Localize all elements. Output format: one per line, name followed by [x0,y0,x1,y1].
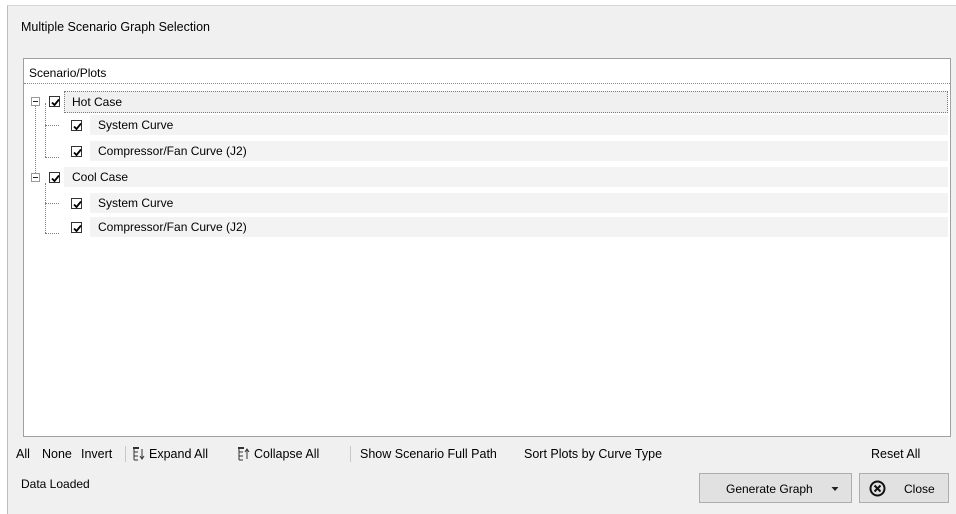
collapse-toggle-icon[interactable] [31,97,40,106]
tree-column-header[interactable]: Scenario/Plots [29,66,106,80]
scenario-row-hot-case[interactable]: Hot Case [64,91,948,113]
dialog-window: Multiple Scenario Graph Selection Scenar… [7,5,956,514]
tree-line [45,103,46,157]
close-button[interactable]: Close [859,473,949,503]
check-icon [73,200,82,209]
plot-checkbox[interactable] [71,198,82,209]
invert-selection-link[interactable]: Invert [81,447,112,461]
tree-line [45,183,46,233]
close-label: Close [904,482,935,496]
plot-label: Compressor/Fan Curve (J2) [98,144,247,158]
show-scenario-full-path-link[interactable]: Show Scenario Full Path [360,447,497,461]
selection-toolbar: All None Invert Expand All Collapse All … [15,444,949,466]
plot-row[interactable]: Compressor/Fan Curve (J2) [90,141,948,162]
sort-plots-by-curve-type-link[interactable]: Sort Plots by Curve Type [524,447,662,461]
plot-label: Compressor/Fan Curve (J2) [98,220,247,234]
check-icon [73,224,82,233]
toolbar-separator [350,446,351,462]
check-icon [51,98,60,107]
tree-line [45,157,59,158]
check-icon [73,148,82,157]
generate-graph-label: Generate Graph [726,482,813,496]
select-none-link[interactable]: None [42,447,72,461]
plot-checkbox[interactable] [71,146,82,157]
header-separator [24,83,950,84]
scenario-label: Hot Case [72,95,123,109]
collapse-toggle-icon[interactable] [31,173,40,182]
plot-row[interactable]: System Curve [90,193,948,214]
dialog-title: Multiple Scenario Graph Selection [21,20,210,34]
close-circle-x-icon [869,480,886,497]
plot-checkbox[interactable] [71,222,82,233]
expand-all-button[interactable]: Expand All [149,447,208,461]
check-icon [51,174,60,183]
status-text: Data Loaded [21,477,90,491]
collapse-all-icon[interactable] [237,446,251,462]
tree-line [45,203,59,204]
generate-graph-button[interactable]: Generate Graph [699,473,852,503]
reset-all-link[interactable]: Reset All [871,447,920,461]
toolbar-separator [125,446,126,462]
scenario-checkbox[interactable] [49,172,60,183]
scenario-tree[interactable]: Scenario/Plots Hot Case System Curve Com… [23,58,951,437]
tree-line [45,125,59,126]
plot-checkbox[interactable] [71,120,82,131]
scenario-label: Cool Case [72,170,129,184]
check-icon [73,122,82,131]
tree-line [45,233,59,234]
collapse-all-button[interactable]: Collapse All [254,447,319,461]
plot-label: System Curve [98,118,174,132]
scenario-checkbox[interactable] [49,96,60,107]
plot-row[interactable]: Compressor/Fan Curve (J2) [90,217,948,238]
scenario-row-cool-case[interactable]: Cool Case [64,167,948,188]
expand-all-icon[interactable] [132,446,146,462]
dropdown-arrow-icon[interactable] [831,486,839,492]
plot-label: System Curve [98,196,174,210]
plot-row[interactable]: System Curve [90,115,948,136]
tree-line [35,103,36,177]
select-all-link[interactable]: All [16,447,30,461]
